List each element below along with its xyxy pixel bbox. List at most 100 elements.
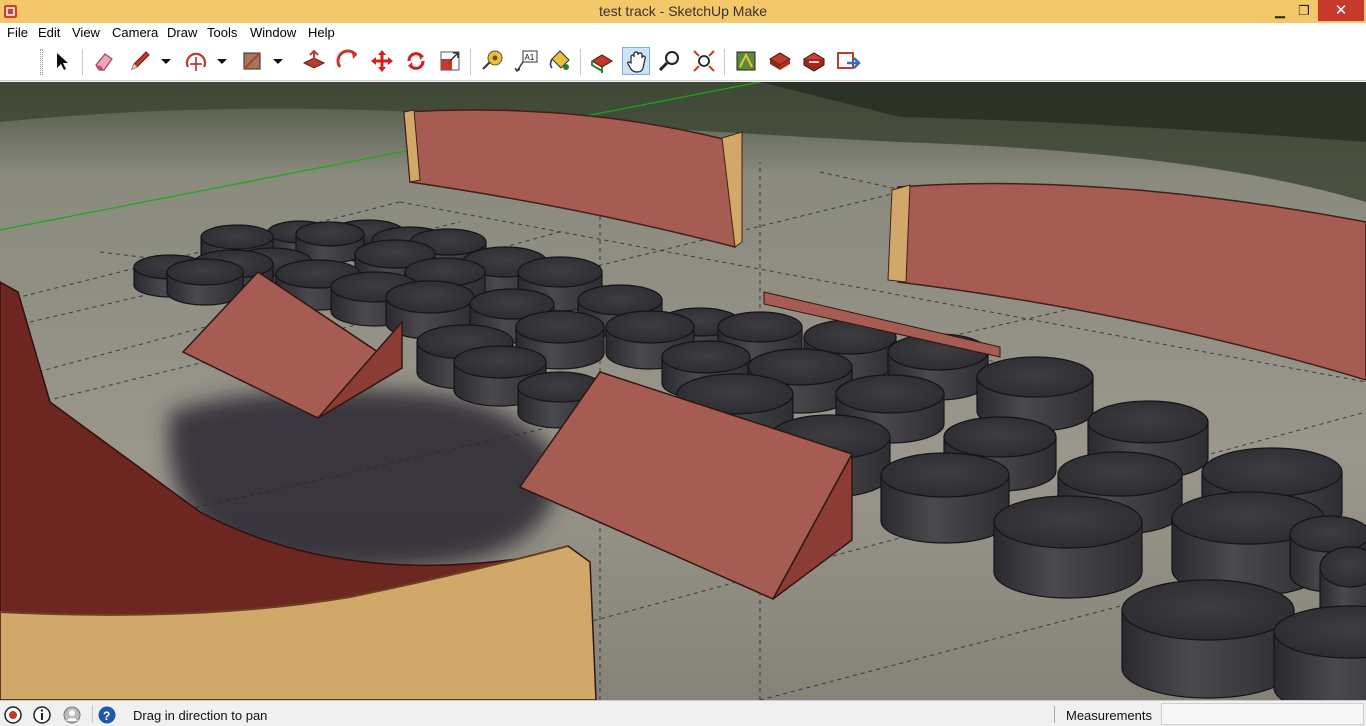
tire-top [1087, 400, 1209, 444]
share-model-button[interactable] [834, 47, 862, 75]
select-arrow-icon [57, 53, 68, 70]
toolbar-grip[interactable] [40, 49, 43, 75]
menu-draw[interactable]: Draw [167, 25, 197, 40]
scale-tool-button[interactable] [436, 47, 464, 75]
get-models-button[interactable] [800, 47, 828, 75]
window-title: test track - SketchUp Make [598, 3, 768, 19]
status-message: Drag in direction to pan [133, 708, 268, 723]
user-account-icon[interactable] [62, 705, 82, 725]
status-bar: ? Drag in direction to pan Measurements [0, 700, 1366, 726]
tire-top [385, 280, 475, 314]
tire-top [515, 310, 605, 344]
follow-me-icon [336, 49, 358, 68]
tire-top [943, 416, 1057, 458]
orbit-icon [591, 54, 613, 73]
tire-top [976, 356, 1094, 398]
tire-top [661, 340, 751, 374]
text-label-icon: A1 [514, 50, 538, 72]
help-icon[interactable]: ? [97, 705, 117, 725]
pencil-icon [131, 51, 150, 70]
arc-tool-button[interactable] [182, 47, 210, 75]
menu-file[interactable]: File [7, 25, 28, 40]
menu-edit[interactable]: Edit [38, 25, 60, 40]
chevron-down-icon [217, 59, 227, 64]
pencil-tool-button[interactable] [126, 47, 154, 75]
previous-view-button[interactable] [732, 47, 760, 75]
component-button[interactable] [766, 47, 794, 75]
toolbar-separator [580, 49, 581, 75]
tire-top [880, 452, 1010, 498]
tape-measure-icon [482, 50, 503, 70]
warehouse-icon [803, 52, 825, 72]
magnifier-icon [658, 51, 679, 72]
eraser-icon [95, 53, 113, 71]
text-tool-button[interactable]: A1 [512, 47, 540, 75]
menu-help[interactable]: Help [308, 25, 335, 40]
toolbar-separator [470, 49, 471, 75]
rectangle-icon [243, 52, 261, 70]
tire-top [1201, 447, 1343, 497]
tire-top [1057, 451, 1183, 497]
menu-tools[interactable]: Tools [207, 25, 237, 40]
menu-view[interactable]: View [72, 25, 100, 40]
toolbar-separator [82, 49, 83, 75]
3d-scene[interactable] [0, 82, 1366, 700]
scale-icon [440, 51, 460, 71]
rectangle-tool-button[interactable] [238, 47, 266, 75]
title-bar: test track - SketchUp Make ▁ ❐ ✕ [0, 0, 1366, 23]
close-button[interactable]: ✕ [1318, 0, 1364, 21]
getting-started-toolbar: A1 [0, 43, 1366, 81]
rotate-tool-button[interactable] [402, 47, 430, 75]
tire-top [200, 224, 274, 250]
move-icon [371, 50, 393, 72]
push-pull-icon [302, 49, 326, 69]
svg-text:A1: A1 [525, 53, 535, 62]
measurements-input[interactable] [1161, 703, 1364, 725]
tire-top [517, 256, 603, 288]
arc-icon [185, 52, 207, 71]
pan-tool-button[interactable] [622, 47, 650, 75]
move-tool-button[interactable] [368, 47, 396, 75]
tire-top [295, 221, 365, 247]
select-tool-button[interactable] [48, 47, 76, 75]
tire-top [1121, 579, 1295, 641]
info-icon[interactable] [32, 705, 52, 725]
drawing-viewport[interactable] [0, 82, 1366, 700]
push-pull-tool-button[interactable] [300, 47, 328, 75]
tire-top [453, 345, 547, 379]
toolbar-separator [724, 49, 725, 75]
menu-window[interactable]: Window [250, 25, 296, 40]
chevron-down-icon [161, 59, 171, 64]
zoom-extents-icon [693, 50, 715, 72]
geo-location-icon[interactable] [3, 705, 23, 725]
tire-top [993, 495, 1143, 549]
rotate-icon [407, 52, 425, 70]
menu-bar: File Edit View Camera Draw Tools Window … [0, 23, 1366, 43]
paint-bucket-tool-button[interactable] [546, 47, 574, 75]
arc-dropdown[interactable] [208, 47, 227, 75]
tire-top [717, 311, 803, 343]
tire-top [835, 374, 945, 414]
pencil-dropdown[interactable] [152, 47, 171, 75]
svg-text:?: ? [103, 709, 110, 723]
share-model-icon [837, 52, 861, 69]
hand-pan-icon [627, 51, 646, 73]
tape-measure-tool-button[interactable] [478, 47, 506, 75]
orbit-tool-button[interactable] [588, 47, 616, 75]
measurements-label: Measurements [1066, 708, 1152, 723]
map-view-icon [736, 51, 756, 71]
tire-top [1289, 515, 1366, 553]
paint-bucket-icon [549, 50, 570, 70]
maximize-button[interactable]: ❐ [1290, 0, 1318, 21]
component-icon [769, 52, 791, 70]
rectangle-dropdown[interactable] [264, 47, 283, 75]
measurements-separator [1054, 706, 1055, 723]
eraser-tool-button[interactable] [90, 47, 118, 75]
follow-me-tool-button[interactable] [334, 47, 362, 75]
tire-top [605, 310, 695, 344]
status-separator [92, 705, 93, 723]
zoom-extents-tool-button[interactable] [690, 47, 718, 75]
tire-top [166, 258, 244, 286]
zoom-tool-button[interactable] [656, 47, 684, 75]
menu-camera[interactable]: Camera [112, 25, 158, 40]
